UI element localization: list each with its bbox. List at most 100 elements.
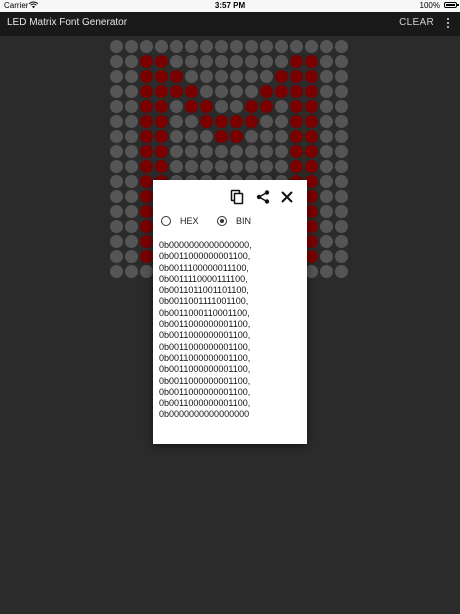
- led-dot[interactable]: [155, 160, 168, 173]
- led-dot[interactable]: [245, 115, 258, 128]
- led-dot[interactable]: [335, 85, 348, 98]
- led-dot[interactable]: [320, 190, 333, 203]
- led-dot[interactable]: [110, 145, 123, 158]
- led-dot[interactable]: [215, 145, 228, 158]
- led-dot[interactable]: [170, 55, 183, 68]
- led-dot[interactable]: [305, 70, 318, 83]
- led-dot[interactable]: [200, 130, 213, 143]
- led-dot[interactable]: [125, 265, 138, 278]
- led-dot[interactable]: [170, 100, 183, 113]
- led-dot[interactable]: [320, 205, 333, 218]
- led-dot[interactable]: [335, 55, 348, 68]
- led-dot[interactable]: [230, 145, 243, 158]
- led-dot[interactable]: [260, 115, 273, 128]
- led-dot[interactable]: [305, 115, 318, 128]
- led-dot[interactable]: [155, 40, 168, 53]
- led-dot[interactable]: [335, 220, 348, 233]
- led-dot[interactable]: [185, 70, 198, 83]
- led-dot[interactable]: [230, 40, 243, 53]
- led-dot[interactable]: [215, 115, 228, 128]
- led-dot[interactable]: [110, 130, 123, 143]
- led-dot[interactable]: [290, 145, 303, 158]
- led-dot[interactable]: [200, 40, 213, 53]
- led-dot[interactable]: [110, 205, 123, 218]
- led-dot[interactable]: [230, 160, 243, 173]
- led-dot[interactable]: [335, 115, 348, 128]
- led-dot[interactable]: [260, 130, 273, 143]
- hex-radio[interactable]: [161, 216, 171, 226]
- led-dot[interactable]: [290, 55, 303, 68]
- led-dot[interactable]: [155, 70, 168, 83]
- led-dot[interactable]: [335, 130, 348, 143]
- led-dot[interactable]: [320, 40, 333, 53]
- led-dot[interactable]: [125, 205, 138, 218]
- led-dot[interactable]: [320, 250, 333, 263]
- led-dot[interactable]: [155, 100, 168, 113]
- led-dot[interactable]: [125, 40, 138, 53]
- led-dot[interactable]: [215, 55, 228, 68]
- led-dot[interactable]: [290, 100, 303, 113]
- led-dot[interactable]: [305, 145, 318, 158]
- led-dot[interactable]: [140, 205, 153, 218]
- led-dot[interactable]: [320, 130, 333, 143]
- led-dot[interactable]: [320, 145, 333, 158]
- led-dot[interactable]: [260, 70, 273, 83]
- led-dot[interactable]: [260, 100, 273, 113]
- share-icon[interactable]: [255, 189, 271, 205]
- led-dot[interactable]: [110, 115, 123, 128]
- led-dot[interactable]: [185, 100, 198, 113]
- led-dot[interactable]: [140, 220, 153, 233]
- led-dot[interactable]: [245, 55, 258, 68]
- led-dot[interactable]: [125, 85, 138, 98]
- led-dot[interactable]: [305, 100, 318, 113]
- led-dot[interactable]: [335, 235, 348, 248]
- led-dot[interactable]: [260, 145, 273, 158]
- led-dot[interactable]: [125, 190, 138, 203]
- led-dot[interactable]: [110, 55, 123, 68]
- led-dot[interactable]: [125, 145, 138, 158]
- led-dot[interactable]: [320, 85, 333, 98]
- led-dot[interactable]: [290, 160, 303, 173]
- led-dot[interactable]: [185, 145, 198, 158]
- led-dot[interactable]: [335, 205, 348, 218]
- led-dot[interactable]: [245, 70, 258, 83]
- led-dot[interactable]: [230, 100, 243, 113]
- led-dot[interactable]: [125, 70, 138, 83]
- led-dot[interactable]: [275, 85, 288, 98]
- led-dot[interactable]: [335, 175, 348, 188]
- led-dot[interactable]: [215, 85, 228, 98]
- led-dot[interactable]: [260, 85, 273, 98]
- copy-icon[interactable]: [229, 189, 245, 205]
- led-dot[interactable]: [110, 70, 123, 83]
- led-dot[interactable]: [245, 160, 258, 173]
- led-dot[interactable]: [230, 55, 243, 68]
- led-dot[interactable]: [125, 130, 138, 143]
- led-dot[interactable]: [200, 115, 213, 128]
- led-dot[interactable]: [185, 85, 198, 98]
- led-dot[interactable]: [185, 160, 198, 173]
- led-dot[interactable]: [125, 115, 138, 128]
- led-dot[interactable]: [320, 175, 333, 188]
- led-dot[interactable]: [140, 100, 153, 113]
- led-dot[interactable]: [230, 70, 243, 83]
- led-dot[interactable]: [335, 160, 348, 173]
- led-dot[interactable]: [170, 40, 183, 53]
- led-dot[interactable]: [245, 100, 258, 113]
- led-dot[interactable]: [275, 55, 288, 68]
- led-dot[interactable]: [140, 190, 153, 203]
- led-dot[interactable]: [290, 85, 303, 98]
- led-dot[interactable]: [110, 40, 123, 53]
- clear-button[interactable]: CLEAR: [399, 17, 434, 28]
- led-dot[interactable]: [110, 160, 123, 173]
- led-dot[interactable]: [230, 85, 243, 98]
- led-dot[interactable]: [275, 40, 288, 53]
- led-dot[interactable]: [305, 130, 318, 143]
- led-dot[interactable]: [335, 145, 348, 158]
- led-dot[interactable]: [170, 85, 183, 98]
- led-dot[interactable]: [140, 175, 153, 188]
- led-dot[interactable]: [275, 160, 288, 173]
- led-dot[interactable]: [320, 235, 333, 248]
- led-dot[interactable]: [200, 55, 213, 68]
- led-dot[interactable]: [155, 55, 168, 68]
- led-dot[interactable]: [320, 100, 333, 113]
